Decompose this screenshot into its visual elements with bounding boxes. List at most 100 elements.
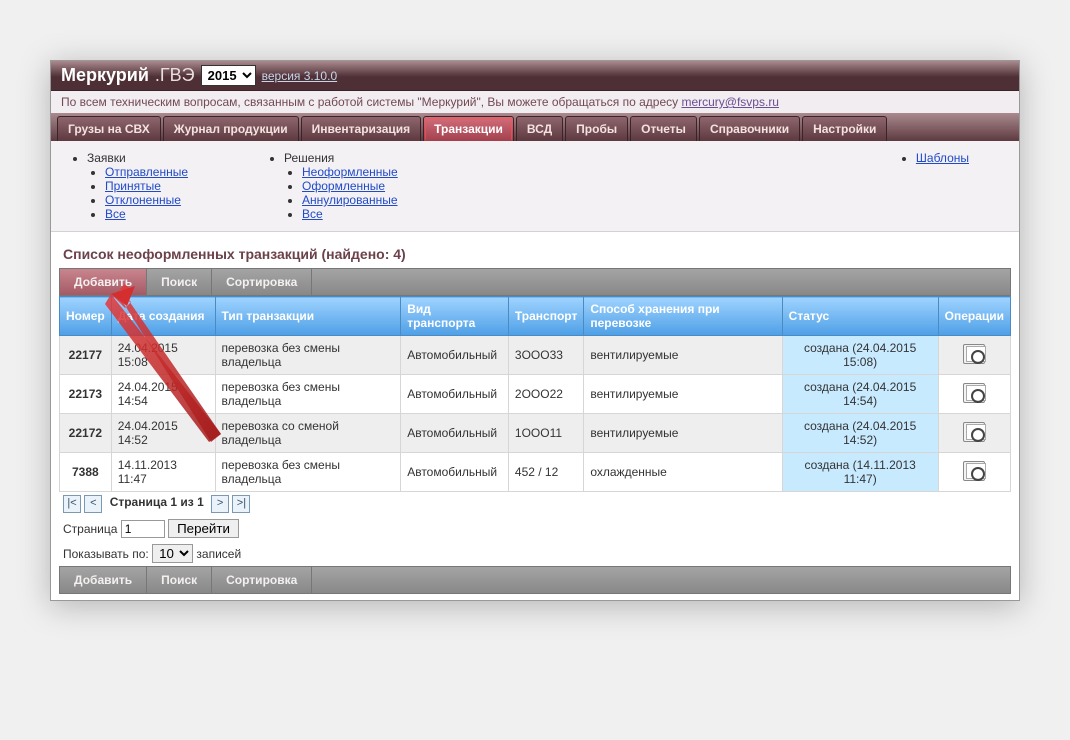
cell-status: создана (24.04.2015 14:52) (782, 414, 938, 453)
cell-ops (938, 375, 1010, 414)
cell-type: перевозка без смены владельца (215, 336, 401, 375)
cell-ops (938, 336, 1010, 375)
top-toolbar: Добавить Поиск Сортировка (59, 268, 1011, 296)
records-per-page: Показывать по: 10 записей (59, 541, 1011, 566)
year-select[interactable]: 2015 (201, 65, 256, 86)
cell-ops (938, 414, 1010, 453)
subnav-group-requests: Заявки (87, 151, 188, 165)
cell-type: перевозка без смены владельца (215, 375, 401, 414)
cell-date: 24.04.2015 14:54 (111, 375, 215, 414)
col-Статус: Статус (782, 297, 938, 336)
table-row: 2217724.04.2015 15:08перевозка без смены… (60, 336, 1011, 375)
cell-storage: вентилируемые (584, 336, 782, 375)
cell-date: 24.04.2015 14:52 (111, 414, 215, 453)
tab-Журнал продукции[interactable]: Журнал продукции (163, 116, 299, 141)
tab-Отчеты[interactable]: Отчеты (630, 116, 697, 141)
col-Операции: Операции (938, 297, 1010, 336)
cell-storage: вентилируемые (584, 375, 782, 414)
col-Тип транзакции: Тип транзакции (215, 297, 401, 336)
add-button[interactable]: Добавить (60, 269, 147, 295)
cell-num: 22173 (60, 375, 112, 414)
cell-transport: 1ООО11 (508, 414, 583, 453)
view-icon[interactable] (963, 383, 985, 403)
subnav-link-Шаблоны[interactable]: Шаблоны (916, 151, 969, 165)
pager: |< < Страница 1 из 1 > >| (59, 492, 1011, 516)
first-page-button[interactable]: |< (63, 495, 81, 513)
cell-transport: 452 / 12 (508, 453, 583, 492)
page-label: Страница (63, 522, 117, 536)
subnav-group-decisions: Решения (284, 151, 398, 165)
subnav-link-Все[interactable]: Все (105, 207, 126, 221)
col-Способ хранения при перевозке: Способ хранения при перевозке (584, 297, 782, 336)
show-label: Показывать по: (63, 547, 149, 561)
tab-Пробы[interactable]: Пробы (565, 116, 628, 141)
app-suffix: .ГВЭ (155, 65, 195, 86)
cell-status: создана (24.04.2015 14:54) (782, 375, 938, 414)
cell-num: 22177 (60, 336, 112, 375)
cell-status: создана (14.11.2013 11:47) (782, 453, 938, 492)
info-bar: По всем техническим вопросам, связанным … (51, 91, 1019, 113)
title-bar: Меркурий .ГВЭ 2015 версия 3.10.0 (51, 61, 1019, 91)
tab-Транзакции[interactable]: Транзакции (423, 116, 514, 141)
cell-status: создана (24.04.2015 15:08) (782, 336, 938, 375)
search-button-bottom[interactable]: Поиск (147, 567, 212, 593)
cell-storage: вентилируемые (584, 414, 782, 453)
subnav-link-Принятые[interactable]: Принятые (105, 179, 161, 193)
cell-type: перевозка со сменой владельца (215, 414, 401, 453)
table-row: 2217324.04.2015 14:54перевозка без смены… (60, 375, 1011, 414)
col-Дата создания: Дата создания (111, 297, 215, 336)
col-Вид транспорта: Вид транспорта (401, 297, 509, 336)
records-select[interactable]: 10 (152, 544, 193, 563)
col-Номер: Номер (60, 297, 112, 336)
go-button[interactable]: Перейти (168, 519, 239, 538)
table-row: 2217224.04.2015 14:52перевозка со сменой… (60, 414, 1011, 453)
subnav-link-Неоформленные[interactable]: Неоформленные (302, 165, 398, 179)
cell-num: 7388 (60, 453, 112, 492)
next-page-button[interactable]: > (211, 495, 229, 513)
sort-button[interactable]: Сортировка (212, 269, 312, 295)
subnav-link-Отклоненные[interactable]: Отклоненные (105, 193, 181, 207)
search-button[interactable]: Поиск (147, 269, 212, 295)
tab-Настройки[interactable]: Настройки (802, 116, 887, 141)
cell-transport-kind: Автомобильный (401, 414, 509, 453)
transactions-table: НомерДата созданияТип транзакцииВид тран… (59, 296, 1011, 492)
bottom-toolbar: Добавить Поиск Сортировка (59, 566, 1011, 594)
tab-Инвентаризация[interactable]: Инвентаризация (301, 116, 422, 141)
subnav-link-Аннулированные[interactable]: Аннулированные (302, 193, 398, 207)
view-icon[interactable] (963, 461, 985, 481)
tab-ВСД[interactable]: ВСД (516, 116, 563, 141)
prev-page-button[interactable]: < (84, 495, 102, 513)
page-input[interactable] (121, 520, 165, 538)
view-icon[interactable] (963, 344, 985, 364)
page-jump: Страница Перейти (59, 516, 1011, 541)
table-row: 738814.11.2013 11:47перевозка без смены … (60, 453, 1011, 492)
sort-button-bottom[interactable]: Сортировка (212, 567, 312, 593)
tab-Грузы на СВХ[interactable]: Грузы на СВХ (57, 116, 161, 141)
tab-Справочники[interactable]: Справочники (699, 116, 800, 141)
cell-date: 14.11.2013 11:47 (111, 453, 215, 492)
cell-transport-kind: Автомобильный (401, 375, 509, 414)
subnav-link-Все[interactable]: Все (302, 207, 323, 221)
cell-transport-kind: Автомобильный (401, 336, 509, 375)
cell-storage: охлажденные (584, 453, 782, 492)
subnav-link-Оформленные[interactable]: Оформленные (302, 179, 385, 193)
sub-nav: Заявки ОтправленныеПринятыеОтклоненныеВс… (51, 141, 1019, 232)
page-indicator: Страница 1 из 1 (110, 495, 204, 509)
app-name: Меркурий (61, 65, 149, 86)
subnav-link-Отправленные[interactable]: Отправленные (105, 165, 188, 179)
col-Транспорт: Транспорт (508, 297, 583, 336)
cell-transport: 3ООО33 (508, 336, 583, 375)
main-tabs: Грузы на СВХЖурнал продукцииИнвентаризац… (51, 113, 1019, 141)
support-email-link[interactable]: mercury@fsvps.ru (681, 95, 779, 109)
last-page-button[interactable]: >| (232, 495, 250, 513)
view-icon[interactable] (963, 422, 985, 442)
cell-type: перевозка без смены владельца (215, 453, 401, 492)
cell-transport: 2ООО22 (508, 375, 583, 414)
records-label: записей (196, 547, 241, 561)
page-title: Список неоформленных транзакций (найдено… (63, 246, 1007, 262)
add-button-bottom[interactable]: Добавить (60, 567, 147, 593)
info-text: По всем техническим вопросам, связанным … (61, 95, 681, 109)
cell-date: 24.04.2015 15:08 (111, 336, 215, 375)
cell-ops (938, 453, 1010, 492)
version-link[interactable]: версия 3.10.0 (262, 69, 338, 83)
